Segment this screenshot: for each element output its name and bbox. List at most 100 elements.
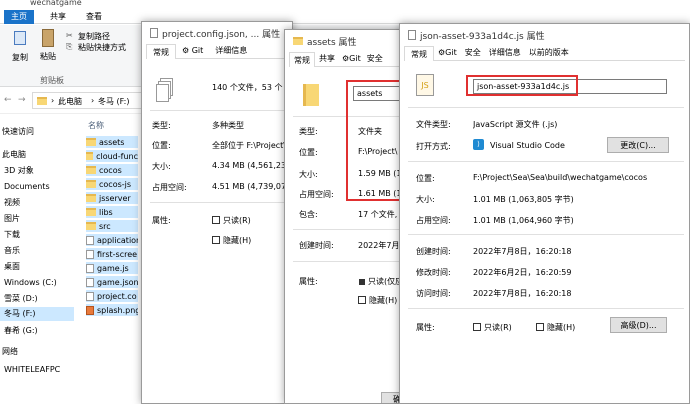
js-file-icon: JS: [416, 74, 434, 96]
document-icon: [150, 28, 158, 38]
window-title: project.config.json, ... 属性: [162, 29, 281, 40]
multi-files-icon: [156, 78, 174, 102]
file-type-label: 文件类型:: [416, 120, 451, 129]
disk-size-label: 占用空间:: [299, 190, 334, 199]
document-icon: [408, 30, 416, 40]
window-title-bar[interactable]: project.config.json, ... 属性: [142, 22, 292, 44]
tab-general[interactable]: 常规: [289, 52, 315, 67]
file-item[interactable]: first-scree: [86, 248, 138, 260]
readonly-checkbox[interactable]: 只读(R): [212, 215, 251, 226]
highlight-box: [466, 75, 578, 96]
size-value: 4.34 MB (4,561,238: [212, 161, 292, 170]
file-item[interactable]: cocos: [86, 164, 138, 176]
file-item[interactable]: src: [86, 220, 138, 232]
accessed-value: 2022年7月8日，16:20:18: [473, 289, 572, 298]
size-label: 大小:: [299, 170, 318, 179]
large-folder-icon: [303, 84, 319, 106]
tab-sharing[interactable]: 共享: [315, 52, 339, 66]
opens-with-value: Visual Studio Code: [490, 141, 565, 150]
tab-bar: 常规 ⚙ Git 详细信息: [146, 44, 288, 59]
type-label: 类型:: [152, 121, 171, 130]
disk-size-value: 4.51 MB (4,739,072: [212, 182, 292, 191]
size-label: 大小:: [416, 195, 435, 204]
attributes-label: 属性:: [299, 277, 318, 286]
folder-icon: [86, 152, 94, 160]
git-icon: ⚙: [182, 46, 190, 55]
size-label: 大小:: [152, 162, 171, 171]
modified-value: 2022年6月2日，16:20:59: [473, 268, 572, 277]
tab-details[interactable]: 详细信息: [485, 46, 525, 60]
file-item[interactable]: cloud-func: [86, 150, 138, 162]
tab-previous-versions[interactable]: 以前的版本: [525, 46, 573, 60]
tab-details[interactable]: 详细信息: [209, 44, 253, 58]
size-value: 1.01 MB (1,063,805 字节): [473, 195, 574, 204]
location-label: 位置:: [299, 148, 318, 157]
file-item[interactable]: cocos-js: [86, 178, 138, 190]
change-button[interactable]: 更改(C)...: [607, 137, 669, 153]
window-title: assets 属性: [307, 37, 357, 48]
folder-icon: [293, 37, 303, 45]
properties-window-multi: project.config.json, ... 属性 常规 ⚙ Git 详细信…: [141, 21, 293, 404]
tab-general[interactable]: 常规: [146, 44, 176, 59]
image-file-icon: [86, 305, 94, 315]
location-label: 位置:: [152, 141, 171, 150]
disk-size-label: 占用空间:: [416, 216, 451, 225]
selection-summary: 140 个文件，53 个: [212, 83, 283, 92]
file-icon: [86, 235, 94, 245]
vscode-icon: ⟩: [473, 139, 484, 150]
created-value: 2022年7月8日，16:20:18: [473, 247, 572, 256]
attributes-label: 属性:: [152, 216, 171, 225]
file-icon: [86, 291, 94, 301]
file-item[interactable]: project.co: [86, 290, 138, 302]
readonly-checkbox[interactable]: 只读(R): [473, 322, 512, 333]
tab-git[interactable]: ⚙Git: [434, 46, 461, 60]
created-label: 创建时间:: [416, 247, 451, 256]
opens-with-label: 打开方式:: [416, 142, 451, 151]
hidden-checkbox[interactable]: 隐藏(H): [358, 295, 397, 306]
disk-size-value: 1.01 MB (1,064,960 字节): [473, 216, 574, 225]
file-icon: [86, 277, 94, 287]
folder-icon: [86, 138, 96, 146]
folder-icon: [86, 180, 96, 188]
tab-general[interactable]: 常规: [404, 46, 434, 61]
disk-size-label: 占用空间:: [152, 183, 187, 192]
file-list: assets cloud-func cocos cocos-js jsserve…: [0, 0, 145, 404]
created-label: 创建时间:: [299, 241, 334, 250]
file-item[interactable]: splash.png: [86, 304, 138, 316]
folder-icon: [86, 194, 96, 202]
tab-bar: 常规 共享 ⚙Git 安全: [289, 52, 409, 67]
tab-git[interactable]: ⚙Git: [339, 52, 364, 66]
folder-icon: [86, 166, 96, 174]
file-icon: [86, 263, 94, 273]
type-label: 类型:: [299, 127, 318, 136]
file-item[interactable]: application: [86, 234, 138, 246]
window-title-bar[interactable]: assets 属性: [285, 30, 413, 52]
type-value: 多种类型: [212, 121, 244, 130]
file-item[interactable]: libs: [86, 206, 138, 218]
accessed-label: 访问时间:: [416, 289, 451, 298]
window-title-bar[interactable]: json-asset-933a1d4c.js 属性: [400, 24, 689, 46]
contains-label: 包含:: [299, 210, 318, 219]
folder-icon: [86, 222, 96, 230]
file-item[interactable]: jsserver: [86, 192, 138, 204]
location-value: 全部位于 F:\Project\: [212, 141, 286, 150]
advanced-button[interactable]: 高级(D)...: [610, 317, 667, 333]
hidden-checkbox[interactable]: 隐藏(H): [536, 322, 575, 333]
tab-security[interactable]: 安全: [364, 52, 386, 66]
location-value: F:\Project\Sea\Sea\build\wechatgame\coco…: [473, 173, 648, 182]
file-icon: [86, 249, 94, 259]
tab-git[interactable]: ⚙ Git: [176, 44, 209, 58]
location-label: 位置:: [416, 174, 435, 183]
folder-icon: [86, 208, 96, 216]
attributes-label: 属性:: [416, 323, 435, 332]
file-type-value: JavaScript 源文件 (.js): [473, 120, 558, 129]
tab-bar: 常规 ⚙Git 安全 详细信息 以前的版本: [404, 46, 685, 61]
hidden-checkbox[interactable]: 隐藏(H): [212, 235, 251, 246]
tab-security[interactable]: 安全: [461, 46, 485, 60]
highlight-box: [346, 80, 406, 201]
file-item[interactable]: assets: [86, 136, 138, 148]
modified-label: 修改时间:: [416, 268, 451, 277]
window-title: json-asset-933a1d4c.js 属性: [420, 31, 545, 42]
file-item[interactable]: game.json: [86, 276, 138, 288]
file-item[interactable]: game.js: [86, 262, 138, 274]
